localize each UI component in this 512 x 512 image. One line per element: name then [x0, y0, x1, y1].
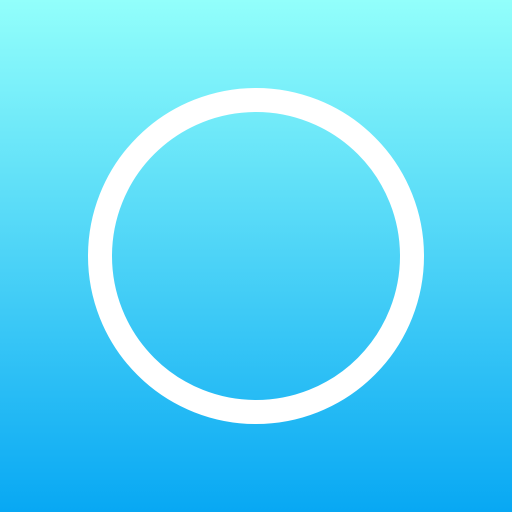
ring-icon — [88, 88, 424, 424]
app-icon — [0, 0, 512, 512]
